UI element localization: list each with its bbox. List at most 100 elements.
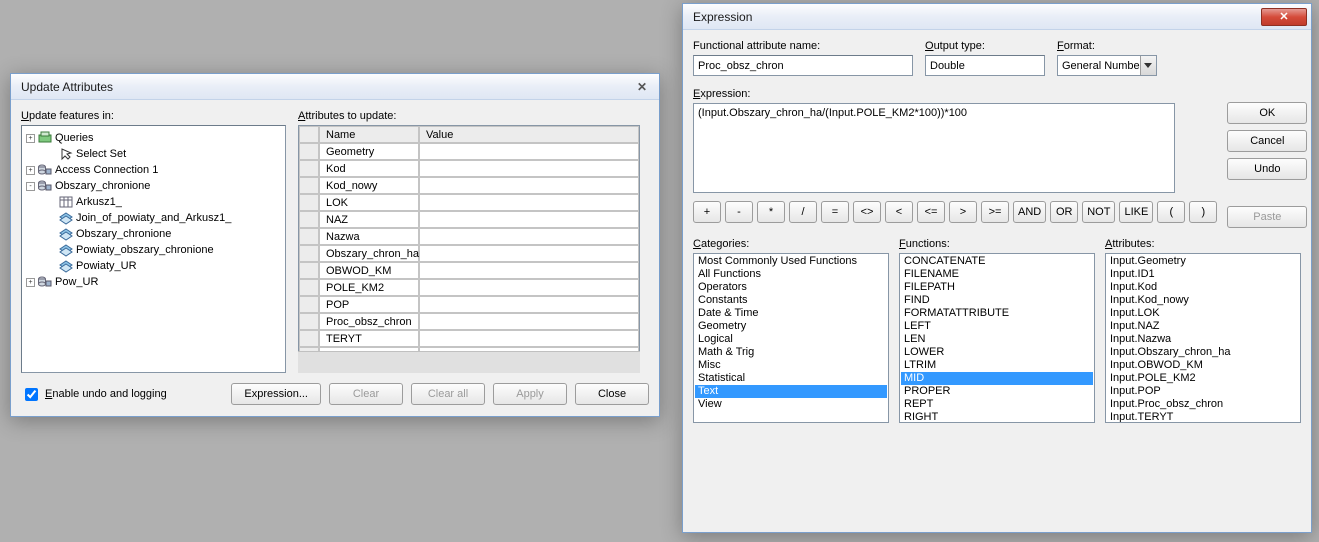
table-row[interactable]: Nazwa: [299, 228, 639, 245]
cell-value[interactable]: [419, 211, 639, 228]
operator--button[interactable]: <: [885, 201, 913, 223]
expression-button[interactable]: Expression...: [231, 383, 321, 405]
list-item[interactable]: RIGHT: [901, 411, 1093, 423]
list-item[interactable]: Logical: [695, 333, 887, 346]
undo-button[interactable]: Undo: [1227, 158, 1307, 180]
apply-button[interactable]: Apply: [493, 383, 567, 405]
operator-not-button[interactable]: NOT: [1082, 201, 1115, 223]
table-row[interactable]: Obszary_chron_ha: [299, 245, 639, 262]
features-tree[interactable]: +QueriesSelect Set+Access Connection 1 - O…: [21, 125, 286, 373]
list-item[interactable]: FILENAME: [901, 268, 1093, 281]
cell-value[interactable]: [419, 228, 639, 245]
list-item[interactable]: Input.Kod_nowy: [1107, 294, 1299, 307]
table-row[interactable]: POP: [299, 296, 639, 313]
paste-button[interactable]: Paste: [1227, 206, 1307, 228]
tree-item[interactable]: +Access Connection 1: [22, 162, 285, 178]
cell-value[interactable]: [419, 245, 639, 262]
undo-checkbox-row[interactable]: Enable undo and logging: [21, 385, 167, 404]
close-button-red[interactable]: ✕: [1261, 8, 1307, 26]
cell-value[interactable]: [419, 330, 639, 347]
table-row[interactable]: NAZ: [299, 211, 639, 228]
list-item[interactable]: LEN: [901, 333, 1093, 346]
list-item[interactable]: Input.NAZ: [1107, 320, 1299, 333]
list-item[interactable]: Text: [695, 385, 887, 398]
expand-icon[interactable]: -: [26, 182, 35, 191]
list-item[interactable]: Misc: [695, 359, 887, 372]
tree-item[interactable]: Powiaty_obszary_chronione: [22, 242, 285, 258]
list-item[interactable]: Date & Time: [695, 307, 887, 320]
operator--button[interactable]: <>: [853, 201, 881, 223]
list-item[interactable]: Input.TERYT: [1107, 411, 1299, 423]
operator--button[interactable]: +: [693, 201, 721, 223]
list-item[interactable]: Operators: [695, 281, 887, 294]
operator--button[interactable]: /: [789, 201, 817, 223]
attributes-list[interactable]: Input.GeometryInput.ID1Input.KodInput.Ko…: [1105, 253, 1301, 423]
expression-titlebar[interactable]: Expression ✕: [683, 4, 1311, 30]
table-row[interactable]: Kod: [299, 160, 639, 177]
func-name-input[interactable]: [693, 55, 913, 76]
list-item[interactable]: Most Commonly Used Functions: [695, 255, 887, 268]
list-item[interactable]: Math & Trig: [695, 346, 887, 359]
functions-list[interactable]: CONCATENATEFILENAMEFILEPATHFINDFORMATATT…: [899, 253, 1095, 423]
list-item[interactable]: Statistical: [695, 372, 887, 385]
expand-icon[interactable]: +: [26, 134, 35, 143]
tree-item[interactable]: +Pow_UR: [22, 274, 285, 290]
list-item[interactable]: Input.POP: [1107, 385, 1299, 398]
ok-button[interactable]: OK: [1227, 102, 1307, 124]
list-item[interactable]: Input.LOK: [1107, 307, 1299, 320]
tree-item[interactable]: Obszary_chronione: [22, 226, 285, 242]
cancel-button[interactable]: Cancel: [1227, 130, 1307, 152]
list-item[interactable]: LEFT: [901, 320, 1093, 333]
table-row[interactable]: Geometry: [299, 143, 639, 160]
close-button[interactable]: Close: [575, 383, 649, 405]
list-item[interactable]: Input.Geometry: [1107, 255, 1299, 268]
list-item[interactable]: Input.Kod: [1107, 281, 1299, 294]
table-row[interactable]: OBWOD_KM: [299, 262, 639, 279]
tree-item[interactable]: +Queries: [22, 130, 285, 146]
expression-textarea[interactable]: [693, 103, 1175, 193]
output-type-input[interactable]: [925, 55, 1045, 76]
column-header-name[interactable]: Name: [319, 126, 419, 143]
operator-like-button[interactable]: LIKE: [1119, 201, 1153, 223]
categories-list[interactable]: Most Commonly Used FunctionsAll Function…: [693, 253, 889, 423]
cell-value[interactable]: [419, 279, 639, 296]
clear-all-button[interactable]: Clear all: [411, 383, 485, 405]
update-attributes-titlebar[interactable]: Update Attributes ✕: [11, 74, 659, 100]
list-item[interactable]: REPT: [901, 398, 1093, 411]
operator--button[interactable]: -: [725, 201, 753, 223]
list-item[interactable]: All Functions: [695, 268, 887, 281]
list-item[interactable]: CONCATENATE: [901, 255, 1093, 268]
list-item[interactable]: LOWER: [901, 346, 1093, 359]
table-row[interactable]: POLE_KM2: [299, 279, 639, 296]
list-item[interactable]: Input.Obszary_chron_ha: [1107, 346, 1299, 359]
list-item[interactable]: Input.Nazwa: [1107, 333, 1299, 346]
cell-value[interactable]: [419, 296, 639, 313]
operator--button[interactable]: *: [757, 201, 785, 223]
clear-button[interactable]: Clear: [329, 383, 403, 405]
expand-icon[interactable]: +: [26, 166, 35, 175]
close-icon[interactable]: ✕: [629, 78, 655, 96]
column-header-value[interactable]: Value: [419, 126, 639, 143]
list-item[interactable]: FORMATATTRIBUTE: [901, 307, 1093, 320]
attributes-table[interactable]: Name Value GeometryKodKod_nowyLOKNAZNazw…: [298, 125, 640, 351]
list-item[interactable]: LTRIM: [901, 359, 1093, 372]
table-row[interactable]: Kod_nowy: [299, 177, 639, 194]
list-item[interactable]: FIND: [901, 294, 1093, 307]
list-item[interactable]: View: [695, 398, 887, 411]
tree-item[interactable]: Powiaty_UR: [22, 258, 285, 274]
table-row[interactable]: Proc_obsz_chron: [299, 313, 639, 330]
list-item[interactable]: Constants: [695, 294, 887, 307]
operator-or-button[interactable]: OR: [1050, 201, 1078, 223]
tree-item[interactable]: Select Set: [22, 146, 285, 162]
operator--button[interactable]: <=: [917, 201, 945, 223]
expand-icon[interactable]: +: [26, 278, 35, 287]
operator-and-button[interactable]: AND: [1013, 201, 1046, 223]
format-combo[interactable]: General Numbe: [1057, 55, 1157, 76]
list-item[interactable]: Input.POLE_KM2: [1107, 372, 1299, 385]
operator--button[interactable]: =: [821, 201, 849, 223]
tree-item[interactable]: Join_of_powiaty_and_Arkusz1_: [22, 210, 285, 226]
cell-value[interactable]: [419, 143, 639, 160]
list-item[interactable]: Input.ID1: [1107, 268, 1299, 281]
list-item[interactable]: PROPER: [901, 385, 1093, 398]
list-item[interactable]: FILEPATH: [901, 281, 1093, 294]
